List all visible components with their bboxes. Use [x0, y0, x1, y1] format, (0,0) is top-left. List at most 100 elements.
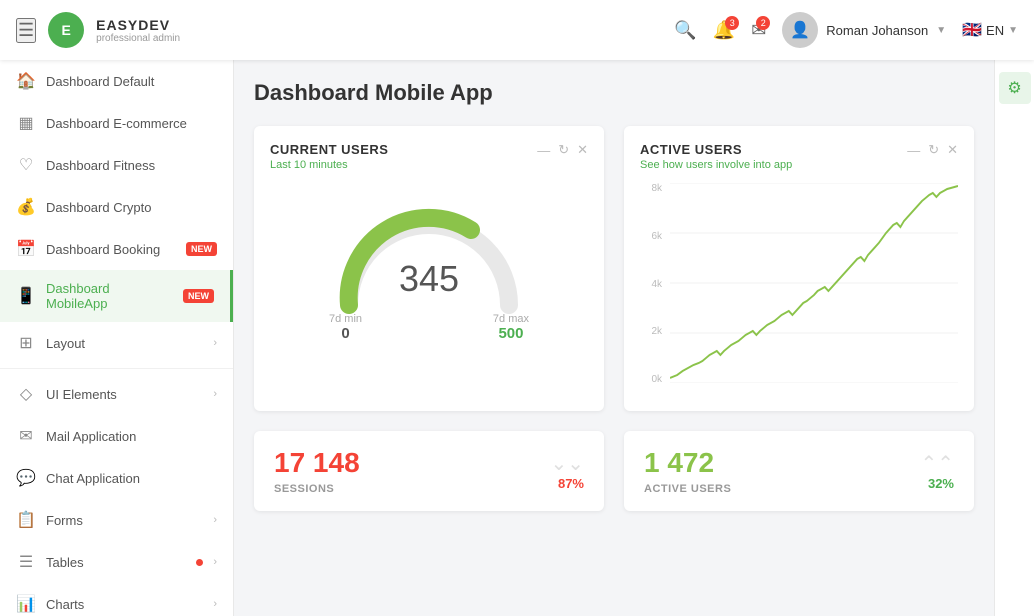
forms-icon: 📋	[16, 510, 36, 530]
sidebar-item-dashboard-crypto[interactable]: 💰 Dashboard Crypto	[0, 186, 233, 228]
y-axis-labels: 8k 6k 4k 2k 0k	[640, 183, 666, 385]
gauge-min-value: 0	[329, 325, 362, 342]
sidebar-label: Dashboard Crypto	[46, 200, 217, 215]
chevron-right-icon: ›	[213, 556, 217, 568]
card-title-area: ACTIVE USERS See how users involve into …	[640, 142, 792, 171]
current-users-card: CURRENT USERS Last 10 minutes — ↻ ✕	[254, 126, 604, 411]
sidebar-label: UI Elements	[46, 387, 203, 402]
trend-down-icon: ⌄⌄	[550, 451, 584, 476]
stat-info: 1 472 ACTIVE USERS	[644, 447, 731, 495]
user-menu[interactable]: 👤 Roman Johanson ▼	[782, 12, 946, 48]
sessions-label: SESSIONS	[274, 483, 360, 495]
sidebar-item-dashboard-mobileapp[interactable]: 📱 Dashboard MobileApp NEW	[0, 270, 233, 322]
active-users-title: ACTIVE USERS	[640, 142, 792, 157]
sidebar-item-dashboard-default[interactable]: 🏠 Dashboard Default	[0, 60, 233, 102]
close-button[interactable]: ✕	[947, 142, 958, 158]
settings-panel-icon[interactable]: ⚙	[999, 72, 1031, 104]
language-selector[interactable]: 🇬🇧 EN ▼	[962, 20, 1018, 40]
gauge-value: 345	[399, 258, 459, 300]
card-header: ACTIVE USERS See how users involve into …	[640, 142, 958, 171]
y-label-6k: 6k	[651, 231, 662, 242]
sidebar-label: Tables	[46, 555, 186, 570]
sidebar-label: Mail Application	[46, 429, 217, 444]
flag-icon: 🇬🇧	[962, 20, 982, 40]
refresh-button[interactable]: ↻	[558, 142, 569, 158]
avatar: 👤	[782, 12, 818, 48]
gauge-wrapper: 345	[329, 195, 529, 305]
mail-button[interactable]: ✉ 2	[751, 20, 766, 41]
chevron-right-icon: ›	[213, 388, 217, 400]
chat-icon: 💬	[16, 468, 36, 488]
trend-up-icon: ⌃⌃	[920, 451, 954, 476]
sidebar-label: Forms	[46, 513, 203, 528]
sidebar-item-tables[interactable]: ☰ Tables ›	[0, 541, 233, 583]
sidebar-item-layout[interactable]: ⊞ Layout ›	[0, 322, 233, 364]
sessions-trend-pct: 87%	[550, 476, 584, 491]
active-users-number: 1 472	[644, 447, 731, 479]
card-title-area: CURRENT USERS Last 10 minutes	[270, 142, 388, 171]
notification-badge: 3	[725, 16, 739, 30]
sidebar-item-ui-elements[interactable]: ◇ UI Elements ›	[0, 373, 233, 415]
sidebar-label: Dashboard Booking	[46, 242, 176, 257]
mobile-icon: 📱	[16, 286, 36, 306]
sidebar-label: Dashboard MobileApp	[46, 281, 173, 311]
sidebar-item-dashboard-booking[interactable]: 📅 Dashboard Booking NEW	[0, 228, 233, 270]
sidebar-label: Dashboard Default	[46, 74, 217, 89]
lang-text: EN	[986, 23, 1004, 38]
top-header: ☰ E EASYDEV professional admin 🔍 🔔 3 ✉ 2…	[0, 0, 1034, 60]
gauge-min: 7d min 0	[329, 313, 362, 342]
sidebar-item-charts[interactable]: 📊 Charts ›	[0, 583, 233, 616]
logo-text: E	[61, 22, 70, 38]
active-users-stat-card: 1 472 ACTIVE USERS ⌃⌃ 32%	[624, 431, 974, 511]
card-header: CURRENT USERS Last 10 minutes — ↻ ✕	[270, 142, 588, 171]
gauge-container: 345 7d min 0 7d max 500	[270, 175, 588, 352]
new-badge: NEW	[183, 289, 214, 303]
stats-row: 17 148 SESSIONS ⌄⌄ 87% 1 472 ACTIVE USER…	[254, 431, 974, 511]
card-actions: — ↻ ✕	[907, 142, 958, 158]
y-label-2k: 2k	[651, 326, 662, 337]
current-users-title: CURRENT USERS	[270, 142, 388, 157]
gauge-max: 7d max 500	[493, 313, 529, 342]
sidebar-label: Layout	[46, 336, 203, 351]
y-label-0k: 0k	[651, 374, 662, 385]
lang-chevron: ▼	[1008, 25, 1018, 36]
charts-icon: 📊	[16, 594, 36, 614]
logo: E	[48, 12, 84, 48]
hamburger-button[interactable]: ☰	[16, 18, 36, 43]
current-users-subtitle: Last 10 minutes	[270, 159, 388, 171]
chevron-right-icon: ›	[213, 598, 217, 610]
brand-info: EASYDEV professional admin	[96, 17, 180, 44]
stat-trend-area: ⌄⌄ 87%	[550, 451, 584, 491]
sidebar-label: Chat Application	[46, 471, 217, 486]
line-chart-svg	[670, 183, 958, 383]
chevron-right-icon: ›	[213, 337, 217, 349]
home-icon: 🏠	[16, 71, 36, 91]
sidebar-label: Dashboard E-commerce	[46, 116, 217, 131]
page-title: Dashboard Mobile App	[254, 80, 974, 106]
booking-icon: 📅	[16, 239, 36, 259]
gauge-max-value: 500	[493, 325, 529, 342]
line-chart-container: 8k 6k 4k 2k 0k	[640, 175, 958, 395]
close-button[interactable]: ✕	[577, 142, 588, 158]
sidebar-label: Charts	[46, 597, 203, 612]
user-menu-chevron: ▼	[936, 25, 946, 36]
active-users-subtitle: See how users involve into app	[640, 159, 792, 171]
y-label-4k: 4k	[651, 279, 662, 290]
minimize-button[interactable]: —	[907, 143, 920, 158]
sidebar-item-forms[interactable]: 📋 Forms ›	[0, 499, 233, 541]
header-actions: 🔍 🔔 3 ✉ 2 👤 Roman Johanson ▼ 🇬🇧 EN ▼	[674, 12, 1018, 48]
sidebar-item-dashboard-fitness[interactable]: ♡ Dashboard Fitness	[0, 144, 233, 186]
refresh-button[interactable]: ↻	[928, 142, 939, 158]
search-button[interactable]: 🔍	[674, 20, 696, 41]
sidebar-item-dashboard-ecommerce[interactable]: ▦ Dashboard E-commerce	[0, 102, 233, 144]
grid-icon: ▦	[16, 113, 36, 133]
sidebar-item-mail-application[interactable]: ✉ Mail Application	[0, 415, 233, 457]
gauge-labels: 7d min 0 7d max 500	[329, 313, 529, 342]
new-badge: NEW	[186, 242, 217, 256]
minimize-button[interactable]: —	[537, 143, 550, 158]
notifications-button[interactable]: 🔔 3	[713, 20, 735, 41]
sidebar-item-chat-application[interactable]: 💬 Chat Application	[0, 457, 233, 499]
right-panel: ⚙	[994, 60, 1034, 616]
sessions-number: 17 148	[274, 447, 360, 479]
brand-subtitle: professional admin	[96, 33, 180, 44]
